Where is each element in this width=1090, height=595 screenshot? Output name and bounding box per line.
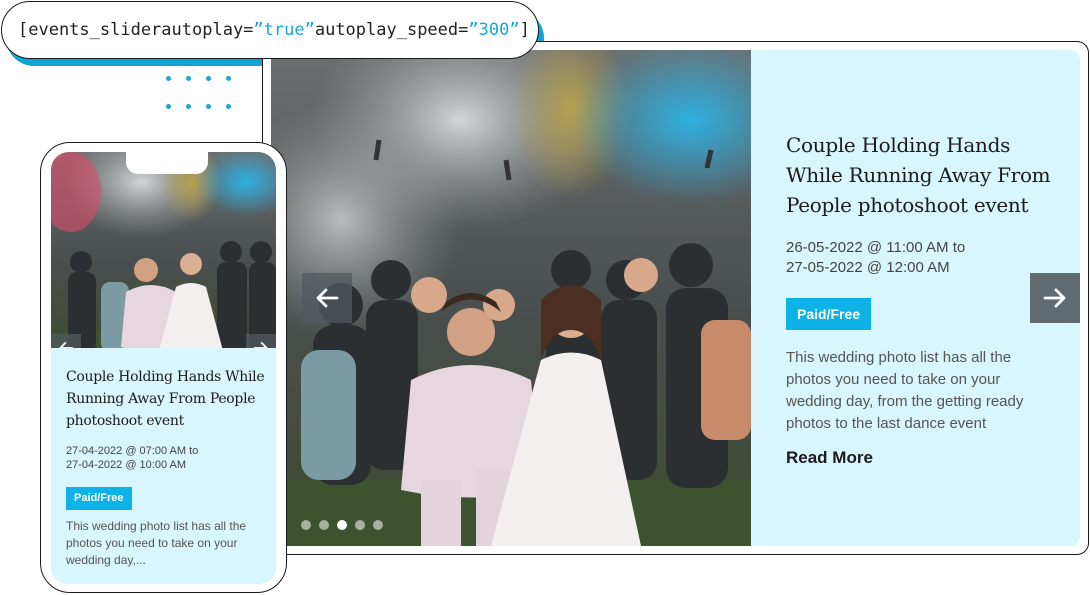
- desktop-prev-button[interactable]: [302, 273, 352, 323]
- event-date-start: 26-05-2022 @ 11:00 AM to: [786, 239, 966, 256]
- pagination-dot[interactable]: [301, 520, 311, 530]
- event-date: 26-05-2022 @ 11:00 AM to 27-05-2022 @ 12…: [786, 238, 1056, 278]
- arrow-right-icon: [1043, 288, 1066, 308]
- pagination-dot[interactable]: [319, 520, 329, 530]
- desktop-next-button[interactable]: [1030, 273, 1080, 323]
- event-description: This wedding photo list has all the phot…: [786, 349, 1024, 432]
- mobile-event-date: 27-04-2022 @ 07:00 AM to 27-04-2022 @ 10…: [66, 444, 266, 472]
- mobile-event-description: This wedding photo list has all the phot…: [66, 519, 247, 567]
- mobile-event-date-start: 27-04-2022 @ 07:00 AM to: [66, 445, 199, 457]
- pagination-dot[interactable]: [355, 520, 365, 530]
- shortcode-attr2-value: ”300”: [468, 20, 520, 40]
- event-date-end: 27-05-2022 @ 12:00 AM: [786, 259, 950, 276]
- shortcode-attr1-value: ”true”: [253, 20, 315, 40]
- slider-pagination: [301, 520, 383, 530]
- mobile-event-title: Couple Holding Hands While Running Away …: [66, 369, 265, 429]
- shortcode-close: ]: [519, 20, 530, 40]
- event-title: Couple Holding Hands While Running Away …: [786, 133, 1051, 217]
- read-more-link[interactable]: Read More: [786, 448, 873, 468]
- mobile-event-date-end: 27-04-2022 @ 10:00 AM: [66, 459, 187, 471]
- price-badge: Paid/Free: [786, 298, 872, 330]
- phone-notch: [126, 152, 208, 174]
- shortcode-attr2-name: autoplay_speed=: [314, 20, 469, 40]
- pagination-dot[interactable]: [337, 520, 347, 530]
- shortcode-label: [events_slider autoplay= ”true” autoplay_…: [1, 1, 539, 59]
- pagination-dot[interactable]: [373, 520, 383, 530]
- mobile-price-badge: Paid/Free: [66, 487, 132, 510]
- decorative-dots: [166, 76, 236, 116]
- mobile-event-photo: [51, 152, 276, 362]
- shortcode-tag: [events_slider: [18, 20, 162, 40]
- arrow-left-icon: [316, 288, 339, 308]
- shortcode-attr1-name: autoplay=: [161, 20, 254, 40]
